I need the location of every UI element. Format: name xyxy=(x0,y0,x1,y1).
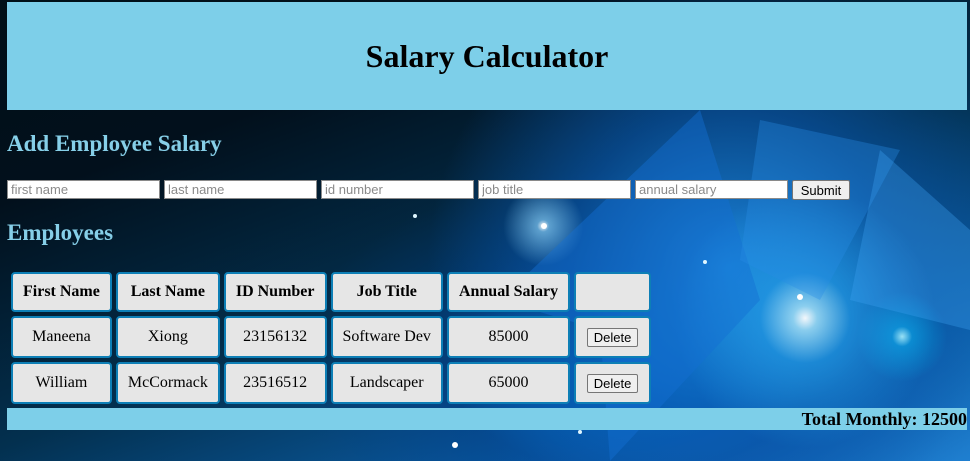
employees-table: First Name Last Name ID Number Job Title… xyxy=(7,268,655,408)
cell-first-name: William xyxy=(11,362,112,404)
app-header: Salary Calculator xyxy=(7,2,967,110)
id-number-input[interactable] xyxy=(321,180,474,199)
job-title-input[interactable] xyxy=(478,180,631,199)
cell-job-title: Landscaper xyxy=(330,362,443,404)
table-header-row: First Name Last Name ID Number Job Title… xyxy=(11,272,652,312)
column-header-job-title: Job Title xyxy=(330,272,443,312)
cell-last-name: Xiong xyxy=(115,316,220,358)
cell-job-title: Software Dev xyxy=(330,316,443,358)
delete-button[interactable]: Delete xyxy=(586,327,639,347)
last-name-input[interactable] xyxy=(164,180,317,199)
cell-id-number: 23516512 xyxy=(223,362,327,404)
column-header-last-name: Last Name xyxy=(115,272,220,312)
cell-annual-salary: 85000 xyxy=(446,316,571,358)
cell-actions: Delete xyxy=(574,316,652,358)
employees-table-wrap: First Name Last Name ID Number Job Title… xyxy=(7,268,655,408)
total-monthly-bar: Total Monthly: 12500 xyxy=(7,408,967,430)
delete-button[interactable]: Delete xyxy=(586,373,639,393)
submit-button[interactable]: Submit xyxy=(792,180,850,200)
column-header-id-number: ID Number xyxy=(223,272,327,312)
cell-annual-salary: 65000 xyxy=(446,362,571,404)
annual-salary-input[interactable] xyxy=(635,180,788,199)
cell-id-number: 23156132 xyxy=(223,316,327,358)
column-header-first-name: First Name xyxy=(11,272,112,312)
column-header-annual-salary: Annual Salary xyxy=(446,272,571,312)
first-name-input[interactable] xyxy=(7,180,160,199)
column-header-actions xyxy=(574,272,652,312)
page-title: Salary Calculator xyxy=(365,37,609,74)
cell-first-name: Maneena xyxy=(11,316,112,358)
cell-actions: Delete xyxy=(574,362,652,404)
table-row: William McCormack 23516512 Landscaper 65… xyxy=(11,362,652,404)
cell-last-name: McCormack xyxy=(115,362,220,404)
employees-heading: Employees xyxy=(7,220,114,245)
table-row: Maneena Xiong 23156132 Software Dev 8500… xyxy=(11,316,652,358)
total-monthly-text: Total Monthly: 12500 xyxy=(801,408,967,429)
add-employee-heading: Add Employee Salary xyxy=(7,131,222,156)
